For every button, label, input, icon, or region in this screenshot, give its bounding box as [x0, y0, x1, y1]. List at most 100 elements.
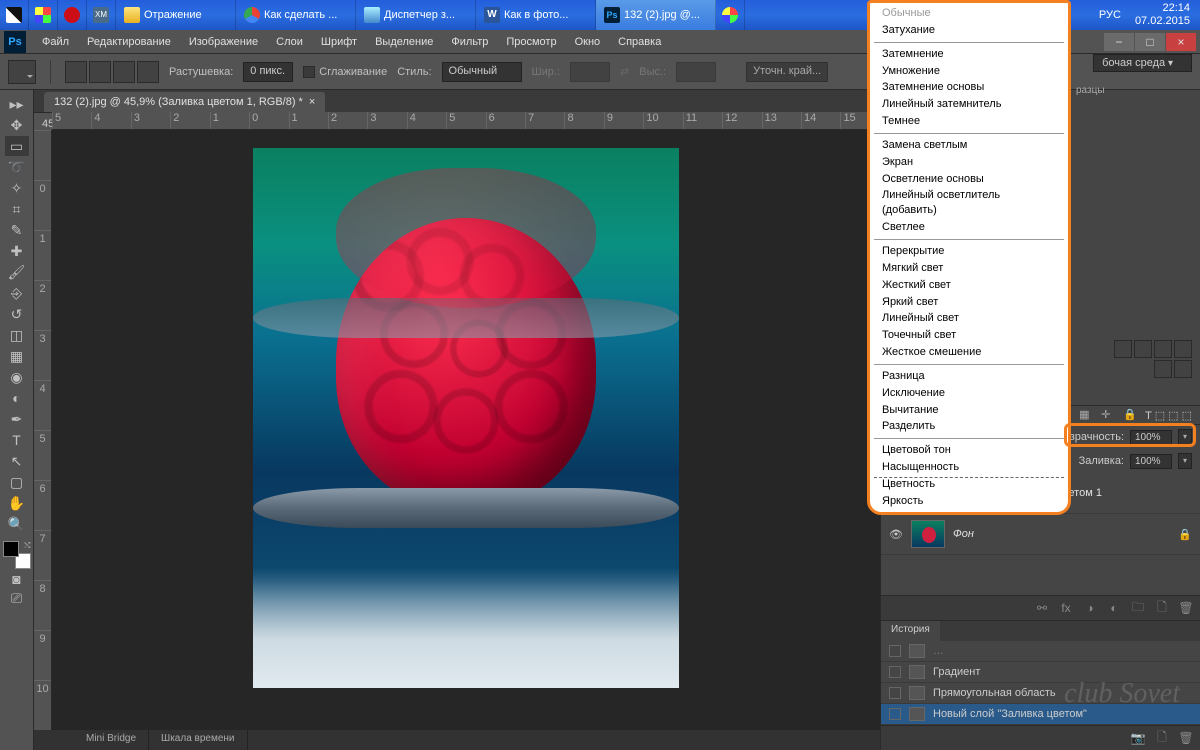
taskbar-app-tiles[interactable]: [29, 0, 58, 30]
taskbar-chrome[interactable]: Как сделать ...: [236, 0, 356, 30]
move-tool[interactable]: ✥: [5, 115, 29, 135]
blend-mode-item[interactable]: Мягкий свет: [870, 260, 1068, 277]
eraser-tool[interactable]: ◫: [5, 325, 29, 345]
ruler-vertical[interactable]: 012345678910: [34, 130, 52, 730]
layer-row[interactable]: 👁 Фон 🔒: [881, 514, 1200, 555]
tab-timeline[interactable]: Шкала времени: [149, 730, 247, 750]
path-selection-tool[interactable]: ↖: [5, 451, 29, 471]
foreground-color-swatch[interactable]: [3, 541, 19, 557]
snapshot-icon[interactable]: 📷: [1130, 730, 1146, 746]
taskbar-opera[interactable]: [58, 0, 87, 30]
layer-thumbnail[interactable]: [911, 520, 945, 548]
blend-mode-item[interactable]: Замена светлым: [870, 137, 1068, 154]
history-check[interactable]: [889, 645, 901, 657]
menu-help[interactable]: Справка: [610, 33, 669, 51]
blend-mode-item[interactable]: Затемнение основы: [870, 79, 1068, 96]
blend-mode-item[interactable]: Осветление основы: [870, 171, 1068, 188]
adjustment-icon[interactable]: ◐: [1106, 600, 1122, 616]
close-button[interactable]: ×: [1166, 33, 1196, 51]
minimize-button[interactable]: −: [1104, 33, 1134, 51]
opacity-slider-toggle[interactable]: ▾: [1178, 429, 1192, 445]
history-check[interactable]: [889, 666, 901, 678]
swap-colors-icon[interactable]: ⤭: [24, 541, 30, 551]
dodge-tool[interactable]: ◐: [5, 388, 29, 408]
clone-stamp-tool[interactable]: ⎆: [5, 283, 29, 303]
eyedropper-tool[interactable]: ✎: [5, 220, 29, 240]
blend-mode-item[interactable]: Темнее: [870, 113, 1068, 130]
blend-mode-item[interactable]: Цветовой тон: [870, 442, 1068, 459]
workspace-selector[interactable]: бочая среда ▾: [1093, 54, 1192, 72]
blend-mode-item[interactable]: Жесткое смешение: [870, 344, 1068, 361]
canvas-viewport[interactable]: [52, 130, 880, 708]
history-item[interactable]: Новый слой "Заливка цветом": [881, 704, 1200, 725]
taskbar-paint[interactable]: [716, 0, 745, 30]
gradient-tool[interactable]: ▦: [5, 346, 29, 366]
lock-all-icon[interactable]: 🔒: [1123, 408, 1137, 422]
mask-icon[interactable]: ◑: [1082, 600, 1098, 616]
blend-mode-item[interactable]: Умножение: [870, 63, 1068, 80]
antialias-checkbox[interactable]: Сглаживание: [303, 66, 387, 78]
blend-mode-item[interactable]: Вычитание: [870, 402, 1068, 419]
refine-edge-button[interactable]: Уточн. край...: [746, 62, 828, 82]
blend-mode-item[interactable]: Цветность: [870, 476, 1068, 493]
tray-lang[interactable]: РУС: [1099, 9, 1121, 21]
blend-mode-item[interactable]: Яркость: [870, 493, 1068, 510]
blend-mode-item[interactable]: Линейный осветлитель (добавить): [870, 187, 1068, 219]
blend-mode-item[interactable]: Экран: [870, 154, 1068, 171]
panel-icon[interactable]: [1174, 360, 1192, 378]
panel-icon[interactable]: [1154, 360, 1172, 378]
link-layers-icon[interactable]: ⚯: [1034, 600, 1050, 616]
magic-wand-tool[interactable]: ✧: [5, 178, 29, 198]
rectangle-tool[interactable]: ▢: [5, 472, 29, 492]
panel-icon[interactable]: [1174, 340, 1192, 358]
fx-icon[interactable]: fx: [1058, 600, 1074, 616]
blend-mode-item[interactable]: Затемнение: [870, 46, 1068, 63]
tab-minibridge[interactable]: Mini Bridge: [74, 730, 149, 750]
taskbar-xm[interactable]: XM: [87, 0, 116, 30]
selection-add-icon[interactable]: [89, 61, 111, 83]
history-check[interactable]: [889, 687, 901, 699]
selection-subtract-icon[interactable]: [113, 61, 135, 83]
blend-mode-item[interactable]: Разделить: [870, 418, 1068, 435]
menu-select[interactable]: Выделение: [367, 33, 441, 51]
fill-input[interactable]: 100%: [1130, 454, 1172, 469]
current-tool-preset[interactable]: [8, 60, 36, 84]
selection-intersect-icon[interactable]: [137, 61, 159, 83]
blend-mode-item[interactable]: Обычные: [870, 5, 1068, 22]
menu-layers[interactable]: Слои: [268, 33, 311, 51]
crop-tool[interactable]: ⌗: [5, 199, 29, 219]
panel-icon[interactable]: [1114, 340, 1132, 358]
blend-mode-item[interactable]: Затухание: [870, 22, 1068, 39]
start-button[interactable]: [0, 0, 29, 30]
taskbar-photoshop[interactable]: Ps132 (2).jpg @...: [596, 0, 716, 30]
healing-brush-tool[interactable]: ✚: [5, 241, 29, 261]
blend-mode-item[interactable]: Разница: [870, 368, 1068, 385]
menu-image[interactable]: Изображение: [181, 33, 266, 51]
menu-window[interactable]: Окно: [567, 33, 609, 51]
menu-filter[interactable]: Фильтр: [443, 33, 496, 51]
color-swatches[interactable]: ⤭: [3, 541, 31, 569]
tray-clock[interactable]: 22:14 07.02.2015: [1135, 2, 1190, 28]
blend-mode-item[interactable]: Точечный свет: [870, 327, 1068, 344]
screen-mode-toggle[interactable]: ⎚: [5, 589, 29, 607]
zoom-tool[interactable]: 🔍: [5, 514, 29, 534]
blend-mode-item[interactable]: Перекрытие: [870, 243, 1068, 260]
opacity-input[interactable]: 100%: [1130, 430, 1172, 445]
collapse-arrow-icon[interactable]: ▸▸: [5, 94, 29, 114]
delete-layer-icon[interactable]: 🗑: [1178, 600, 1194, 616]
close-icon[interactable]: ×: [309, 96, 315, 108]
panel-icon[interactable]: [1134, 340, 1152, 358]
menu-edit[interactable]: Редактирование: [79, 33, 179, 51]
blend-mode-item[interactable]: Жесткий свет: [870, 277, 1068, 294]
blend-mode-item[interactable]: Линейный затемнитель: [870, 96, 1068, 113]
menu-file[interactable]: Файл: [34, 33, 77, 51]
history-brush-tool[interactable]: ↺: [5, 304, 29, 324]
marquee-tool[interactable]: ▭: [5, 136, 29, 156]
history-item[interactable]: Градиент: [881, 662, 1200, 683]
swatches-tab[interactable]: разцы: [1076, 85, 1105, 96]
history-check[interactable]: [889, 708, 901, 720]
taskbar-explorer[interactable]: Отражение: [116, 0, 236, 30]
hand-tool[interactable]: ✋: [5, 493, 29, 513]
group-icon[interactable]: 🗀: [1130, 600, 1146, 616]
type-tool[interactable]: T: [5, 430, 29, 450]
